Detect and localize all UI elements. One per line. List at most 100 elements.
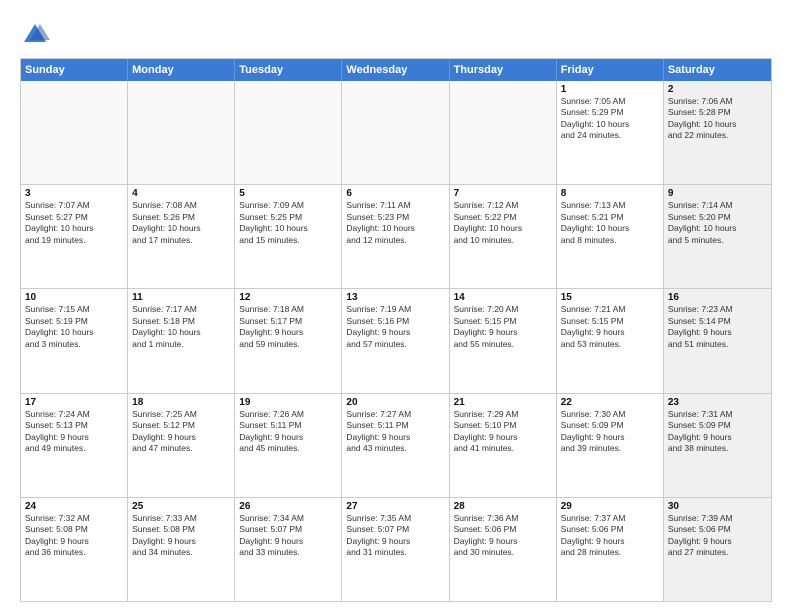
cal-cell-empty-0-0 (21, 81, 128, 184)
cal-cell-30: 30Sunrise: 7:39 AMSunset: 5:06 PMDayligh… (664, 498, 771, 601)
cal-cell-25: 25Sunrise: 7:33 AMSunset: 5:08 PMDayligh… (128, 498, 235, 601)
cal-cell-12: 12Sunrise: 7:18 AMSunset: 5:17 PMDayligh… (235, 289, 342, 392)
cal-cell-27: 27Sunrise: 7:35 AMSunset: 5:07 PMDayligh… (342, 498, 449, 601)
cal-cell-6: 6Sunrise: 7:11 AMSunset: 5:23 PMDaylight… (342, 185, 449, 288)
day-info: Sunrise: 7:08 AMSunset: 5:26 PMDaylight:… (132, 200, 230, 246)
cal-cell-9: 9Sunrise: 7:14 AMSunset: 5:20 PMDaylight… (664, 185, 771, 288)
day-number: 17 (25, 397, 123, 408)
cal-cell-18: 18Sunrise: 7:25 AMSunset: 5:12 PMDayligh… (128, 394, 235, 497)
cal-cell-26: 26Sunrise: 7:34 AMSunset: 5:07 PMDayligh… (235, 498, 342, 601)
cal-cell-10: 10Sunrise: 7:15 AMSunset: 5:19 PMDayligh… (21, 289, 128, 392)
cal-cell-empty-0-2 (235, 81, 342, 184)
day-number: 11 (132, 292, 230, 303)
logo-icon (20, 20, 50, 50)
cal-cell-4: 4Sunrise: 7:08 AMSunset: 5:26 PMDaylight… (128, 185, 235, 288)
day-number: 19 (239, 397, 337, 408)
day-info: Sunrise: 7:35 AMSunset: 5:07 PMDaylight:… (346, 513, 444, 559)
cal-cell-15: 15Sunrise: 7:21 AMSunset: 5:15 PMDayligh… (557, 289, 664, 392)
day-info: Sunrise: 7:23 AMSunset: 5:14 PMDaylight:… (668, 304, 767, 350)
day-number: 13 (346, 292, 444, 303)
day-info: Sunrise: 7:14 AMSunset: 5:20 PMDaylight:… (668, 200, 767, 246)
calendar-row-0: 1Sunrise: 7:05 AMSunset: 5:29 PMDaylight… (21, 81, 771, 184)
day-number: 2 (668, 84, 767, 95)
day-number: 1 (561, 84, 659, 95)
cal-cell-1: 1Sunrise: 7:05 AMSunset: 5:29 PMDaylight… (557, 81, 664, 184)
calendar-row-3: 17Sunrise: 7:24 AMSunset: 5:13 PMDayligh… (21, 393, 771, 497)
day-info: Sunrise: 7:33 AMSunset: 5:08 PMDaylight:… (132, 513, 230, 559)
header-day-monday: Monday (128, 59, 235, 81)
day-number: 26 (239, 501, 337, 512)
day-info: Sunrise: 7:20 AMSunset: 5:15 PMDaylight:… (454, 304, 552, 350)
cal-cell-2: 2Sunrise: 7:06 AMSunset: 5:28 PMDaylight… (664, 81, 771, 184)
cal-cell-11: 11Sunrise: 7:17 AMSunset: 5:18 PMDayligh… (128, 289, 235, 392)
day-number: 27 (346, 501, 444, 512)
day-number: 22 (561, 397, 659, 408)
day-number: 4 (132, 188, 230, 199)
day-info: Sunrise: 7:27 AMSunset: 5:11 PMDaylight:… (346, 409, 444, 455)
day-info: Sunrise: 7:13 AMSunset: 5:21 PMDaylight:… (561, 200, 659, 246)
day-info: Sunrise: 7:36 AMSunset: 5:06 PMDaylight:… (454, 513, 552, 559)
cal-cell-empty-0-1 (128, 81, 235, 184)
cal-cell-21: 21Sunrise: 7:29 AMSunset: 5:10 PMDayligh… (450, 394, 557, 497)
day-info: Sunrise: 7:06 AMSunset: 5:28 PMDaylight:… (668, 96, 767, 142)
day-number: 23 (668, 397, 767, 408)
cal-cell-empty-0-3 (342, 81, 449, 184)
cal-cell-13: 13Sunrise: 7:19 AMSunset: 5:16 PMDayligh… (342, 289, 449, 392)
day-info: Sunrise: 7:32 AMSunset: 5:08 PMDaylight:… (25, 513, 123, 559)
day-number: 15 (561, 292, 659, 303)
day-number: 28 (454, 501, 552, 512)
cal-cell-23: 23Sunrise: 7:31 AMSunset: 5:09 PMDayligh… (664, 394, 771, 497)
day-info: Sunrise: 7:07 AMSunset: 5:27 PMDaylight:… (25, 200, 123, 246)
header-day-saturday: Saturday (664, 59, 771, 81)
calendar-row-1: 3Sunrise: 7:07 AMSunset: 5:27 PMDaylight… (21, 184, 771, 288)
day-info: Sunrise: 7:05 AMSunset: 5:29 PMDaylight:… (561, 96, 659, 142)
day-number: 9 (668, 188, 767, 199)
day-number: 14 (454, 292, 552, 303)
page: SundayMondayTuesdayWednesdayThursdayFrid… (0, 0, 792, 612)
day-info: Sunrise: 7:24 AMSunset: 5:13 PMDaylight:… (25, 409, 123, 455)
day-number: 12 (239, 292, 337, 303)
calendar: SundayMondayTuesdayWednesdayThursdayFrid… (20, 58, 772, 602)
day-info: Sunrise: 7:25 AMSunset: 5:12 PMDaylight:… (132, 409, 230, 455)
header-day-friday: Friday (557, 59, 664, 81)
cal-cell-20: 20Sunrise: 7:27 AMSunset: 5:11 PMDayligh… (342, 394, 449, 497)
header-day-thursday: Thursday (450, 59, 557, 81)
cal-cell-29: 29Sunrise: 7:37 AMSunset: 5:06 PMDayligh… (557, 498, 664, 601)
header (20, 20, 772, 50)
day-number: 20 (346, 397, 444, 408)
day-number: 30 (668, 501, 767, 512)
day-number: 8 (561, 188, 659, 199)
logo (20, 20, 52, 50)
cal-cell-7: 7Sunrise: 7:12 AMSunset: 5:22 PMDaylight… (450, 185, 557, 288)
day-number: 7 (454, 188, 552, 199)
day-info: Sunrise: 7:26 AMSunset: 5:11 PMDaylight:… (239, 409, 337, 455)
day-number: 18 (132, 397, 230, 408)
day-number: 6 (346, 188, 444, 199)
calendar-row-4: 24Sunrise: 7:32 AMSunset: 5:08 PMDayligh… (21, 497, 771, 601)
cal-cell-22: 22Sunrise: 7:30 AMSunset: 5:09 PMDayligh… (557, 394, 664, 497)
day-info: Sunrise: 7:17 AMSunset: 5:18 PMDaylight:… (132, 304, 230, 350)
day-info: Sunrise: 7:11 AMSunset: 5:23 PMDaylight:… (346, 200, 444, 246)
day-number: 3 (25, 188, 123, 199)
calendar-body: 1Sunrise: 7:05 AMSunset: 5:29 PMDaylight… (21, 81, 771, 601)
day-info: Sunrise: 7:30 AMSunset: 5:09 PMDaylight:… (561, 409, 659, 455)
day-info: Sunrise: 7:15 AMSunset: 5:19 PMDaylight:… (25, 304, 123, 350)
day-number: 25 (132, 501, 230, 512)
day-info: Sunrise: 7:34 AMSunset: 5:07 PMDaylight:… (239, 513, 337, 559)
cal-cell-8: 8Sunrise: 7:13 AMSunset: 5:21 PMDaylight… (557, 185, 664, 288)
day-info: Sunrise: 7:18 AMSunset: 5:17 PMDaylight:… (239, 304, 337, 350)
cal-cell-14: 14Sunrise: 7:20 AMSunset: 5:15 PMDayligh… (450, 289, 557, 392)
calendar-header: SundayMondayTuesdayWednesdayThursdayFrid… (21, 59, 771, 81)
cal-cell-17: 17Sunrise: 7:24 AMSunset: 5:13 PMDayligh… (21, 394, 128, 497)
day-number: 5 (239, 188, 337, 199)
day-info: Sunrise: 7:39 AMSunset: 5:06 PMDaylight:… (668, 513, 767, 559)
cal-cell-3: 3Sunrise: 7:07 AMSunset: 5:27 PMDaylight… (21, 185, 128, 288)
day-number: 21 (454, 397, 552, 408)
day-info: Sunrise: 7:12 AMSunset: 5:22 PMDaylight:… (454, 200, 552, 246)
cal-cell-24: 24Sunrise: 7:32 AMSunset: 5:08 PMDayligh… (21, 498, 128, 601)
cal-cell-16: 16Sunrise: 7:23 AMSunset: 5:14 PMDayligh… (664, 289, 771, 392)
day-info: Sunrise: 7:09 AMSunset: 5:25 PMDaylight:… (239, 200, 337, 246)
day-number: 10 (25, 292, 123, 303)
header-day-sunday: Sunday (21, 59, 128, 81)
cal-cell-28: 28Sunrise: 7:36 AMSunset: 5:06 PMDayligh… (450, 498, 557, 601)
